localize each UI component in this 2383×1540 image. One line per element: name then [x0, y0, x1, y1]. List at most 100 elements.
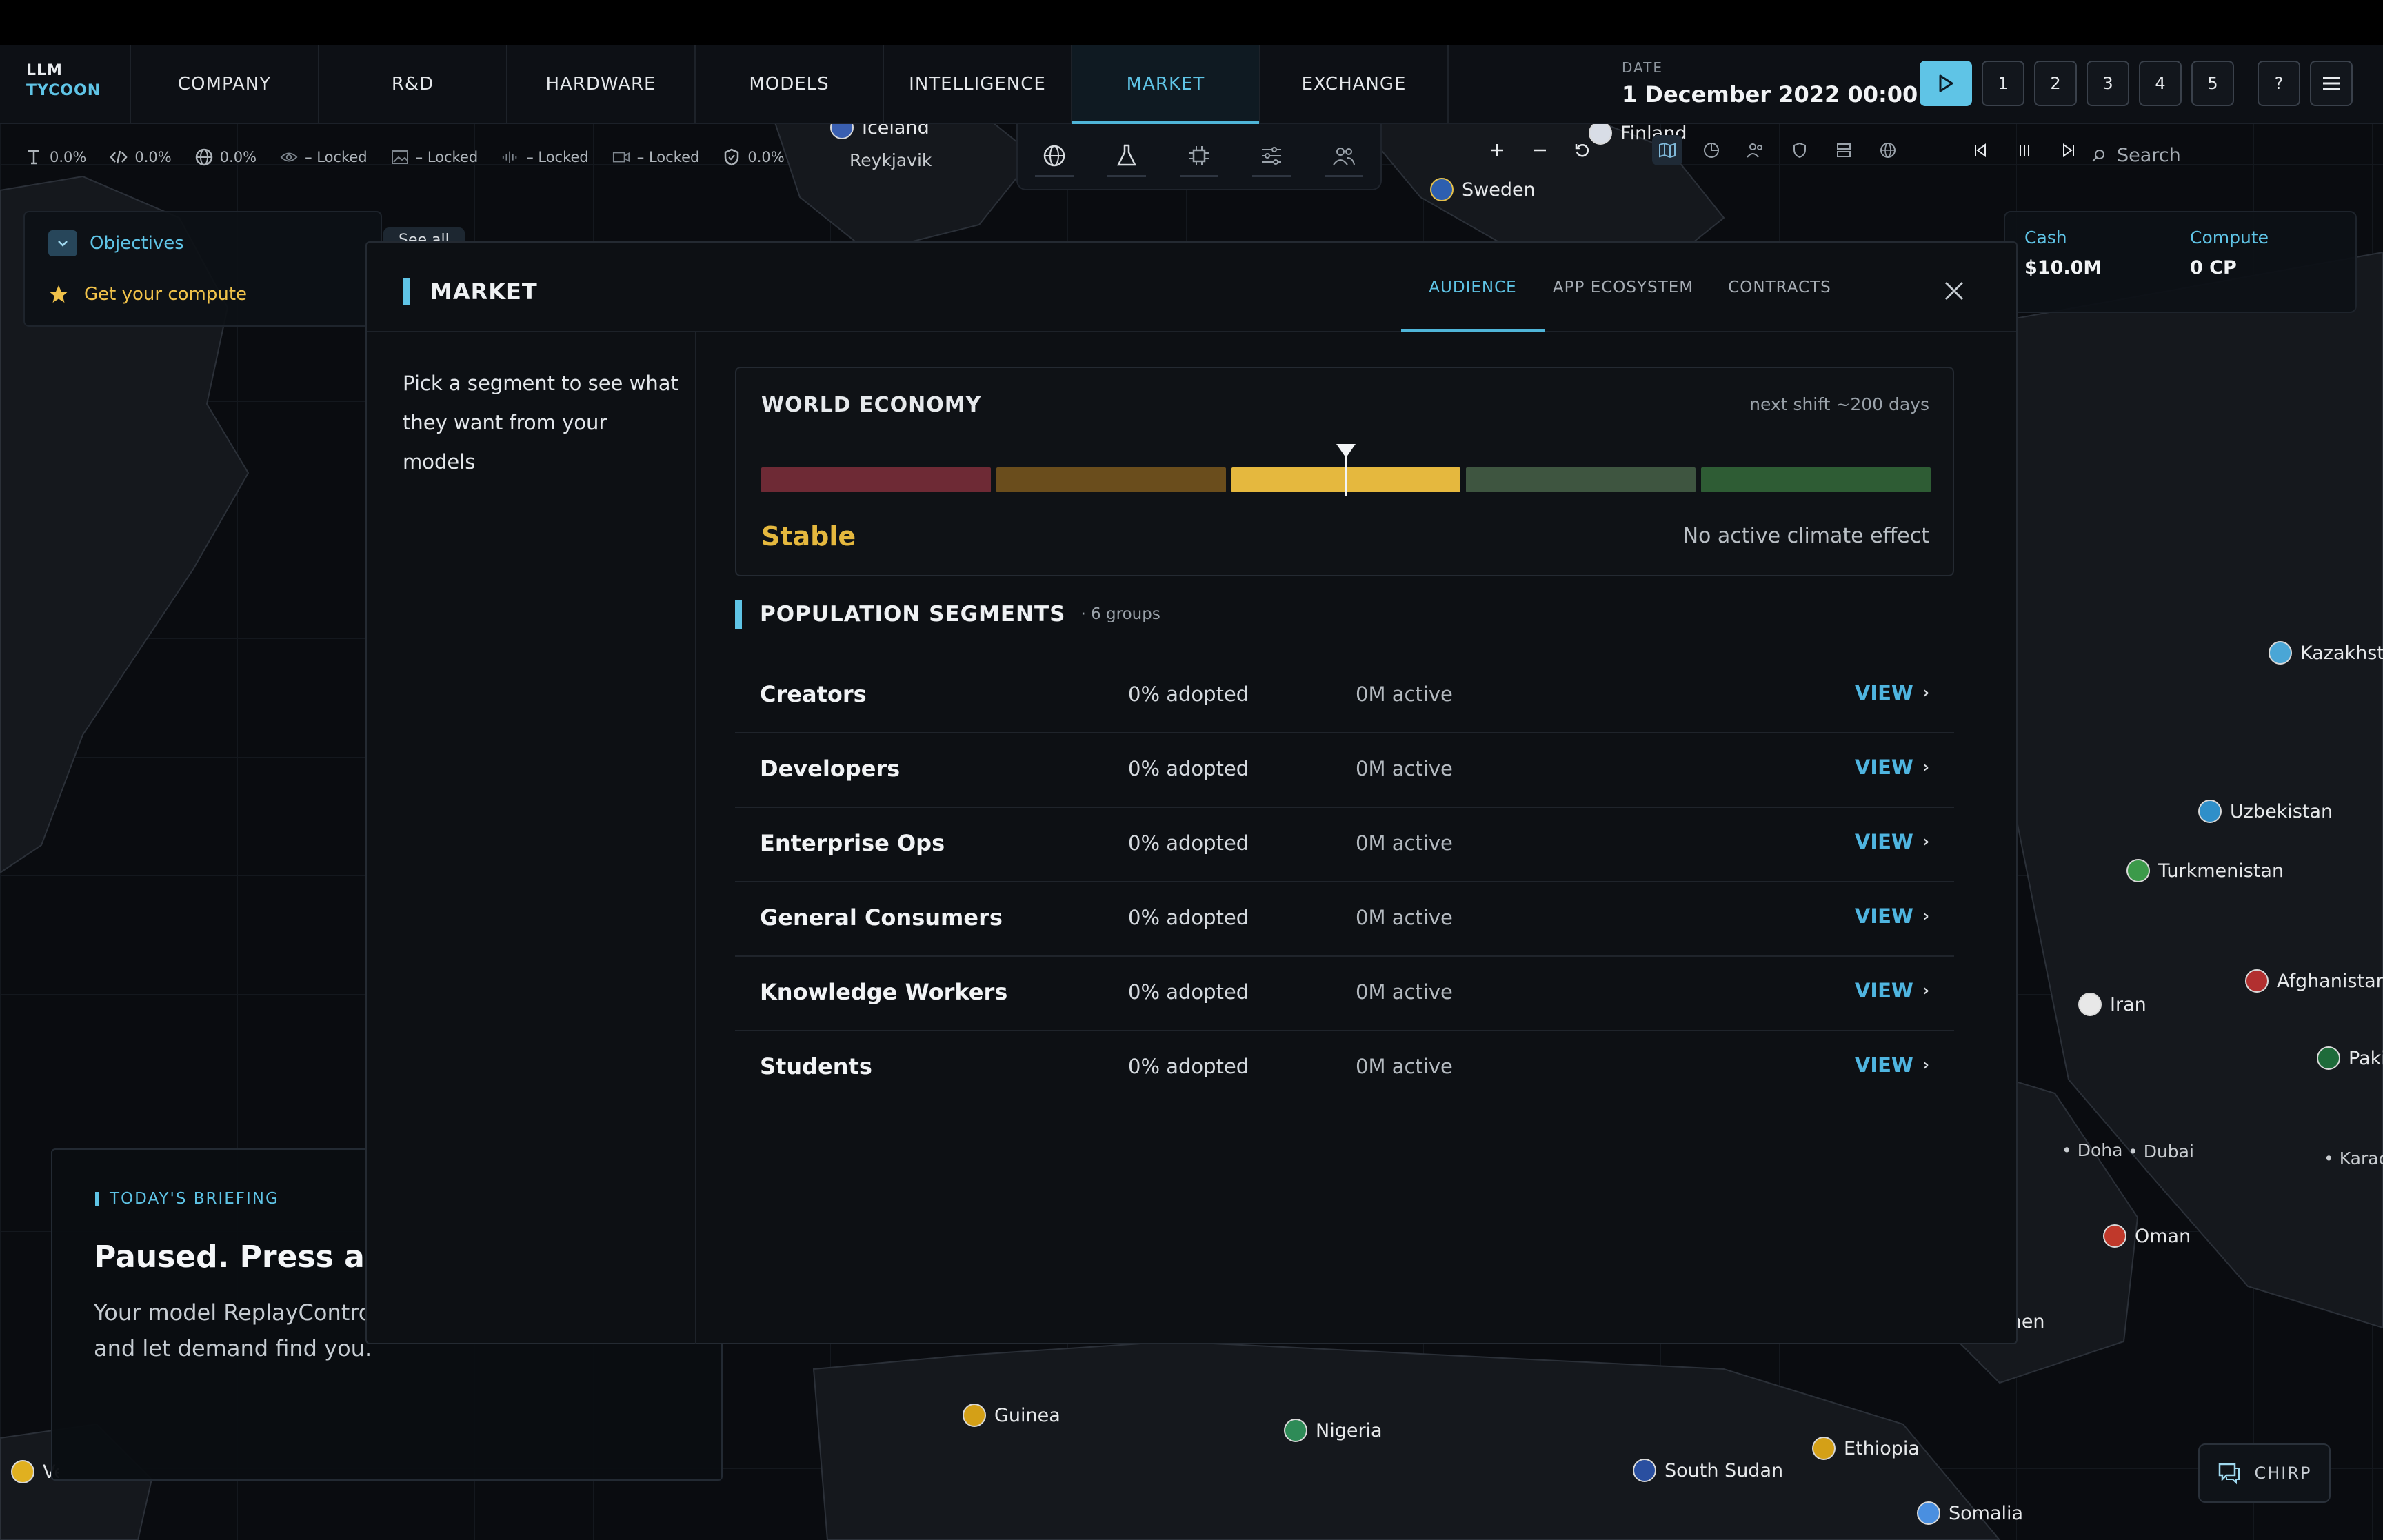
economy-gauge-segment-1: [761, 467, 991, 492]
map-city-doha[interactable]: • Doha: [2062, 1140, 2122, 1160]
stat-vision-value: – Locked: [305, 149, 368, 165]
chevron-down-icon[interactable]: [48, 230, 77, 256]
map-country-uzbekistan[interactable]: Uzbekistan: [2198, 800, 2333, 823]
view-segment-button[interactable]: VIEW ›: [1855, 979, 1929, 1002]
tab-app-ecosystem[interactable]: APP ECOSYSTEM: [1545, 243, 1702, 332]
nav-tab-company[interactable]: COMPANY: [131, 45, 319, 123]
map-country-oman[interactable]: Oman: [2103, 1224, 2191, 1248]
layer-regulation-button[interactable]: [1784, 135, 1815, 165]
speed-1-button[interactable]: 1: [1982, 61, 2024, 106]
zoom-in-button[interactable]: [1482, 136, 1511, 165]
map-country-nigeria[interactable]: Nigeria: [1284, 1419, 1382, 1442]
view-segment-button[interactable]: VIEW ›: [1855, 681, 1929, 705]
briefing-label: TODAY'S BRIEFING: [95, 1190, 279, 1208]
market-header: MARKET AUDIENCE APP ECOSYSTEM CONTRACTS: [367, 243, 2016, 332]
nav-tab-hardware[interactable]: HARDWARE: [507, 45, 696, 123]
search-icon: [2092, 149, 2104, 162]
stat-audio[interactable]: – Locked: [501, 148, 589, 166]
search-input[interactable]: Search: [2117, 145, 2181, 166]
objectives-header[interactable]: Objectives: [48, 230, 184, 256]
skip-forward-button[interactable]: [2053, 135, 2084, 165]
chip-icon: [1189, 145, 1209, 165]
nav-tab-market[interactable]: MARKET: [1072, 45, 1260, 124]
speed-3-button[interactable]: 3: [2087, 61, 2129, 106]
tab-audience[interactable]: AUDIENCE: [1401, 243, 1545, 332]
map-research-button[interactable]: [1107, 136, 1146, 177]
layer-globe-button[interactable]: [1873, 135, 1903, 165]
oman-flag-icon: [2103, 1224, 2126, 1248]
tab-contracts[interactable]: CONTRACTS: [1702, 243, 1858, 332]
segment-row-enterprise-ops[interactable]: Enterprise Ops 0% adopted 0M active VIEW…: [735, 808, 1954, 882]
play-button[interactable]: [1920, 61, 1972, 106]
nav-tab-rnd[interactable]: R&D: [319, 45, 507, 123]
map-settings-button[interactable]: [1252, 136, 1291, 177]
segment-adopted: 0% adopted: [1128, 906, 1249, 929]
map-country-iran[interactable]: Iran: [2078, 993, 2146, 1016]
map-country-turkmenistan[interactable]: Turkmenistan: [2126, 859, 2284, 882]
map-globe-button[interactable]: [1034, 136, 1074, 177]
layer-map-button[interactable]: [1652, 135, 1682, 165]
objective-item[interactable]: Get your compute: [48, 284, 247, 305]
segment-row-students[interactable]: Students 0% adopted 0M active VIEW ›: [735, 1031, 1954, 1106]
zoom-out-button[interactable]: [1525, 136, 1554, 165]
view-segment-button[interactable]: VIEW ›: [1855, 904, 1929, 928]
objectives-panel: Objectives Get your compute: [23, 211, 382, 327]
map-city-karachi[interactable]: • Karachi: [2324, 1148, 2383, 1168]
segment-row-general-consumers[interactable]: General Consumers 0% adopted 0M active V…: [735, 882, 1954, 957]
view-label: VIEW: [1854, 979, 1913, 1002]
segment-row-developers[interactable]: Developers 0% adopted 0M active VIEW ›: [735, 733, 1954, 808]
nav-tab-exchange[interactable]: EXCHANGE: [1260, 45, 1449, 123]
speed-2-button[interactable]: 2: [2034, 61, 2077, 106]
chirp-button[interactable]: CHIRP: [2198, 1443, 2331, 1503]
speed-4-button[interactable]: 4: [2139, 61, 2182, 106]
segment-row-knowledge-workers[interactable]: Knowledge Workers 0% adopted 0M active V…: [735, 957, 1954, 1031]
segment-row-creators[interactable]: Creators 0% adopted 0M active VIEW ›: [735, 659, 1954, 733]
help-button[interactable]: ?: [2258, 61, 2300, 106]
stat-text[interactable]: 0.0%: [25, 148, 86, 166]
nav-tab-intelligence[interactable]: INTELLIGENCE: [884, 45, 1072, 123]
menu-button[interactable]: [2310, 61, 2353, 106]
map-country-kazakhstan[interactable]: Kazakhstan: [2269, 641, 2383, 665]
map-country-pakistan[interactable]: Pakistan: [2317, 1046, 2383, 1070]
stat-video[interactable]: – Locked: [612, 148, 699, 166]
map-country-guinea[interactable]: Guinea: [963, 1404, 1060, 1427]
map-city-dubai[interactable]: • Dubai: [2128, 1142, 2194, 1162]
pause-button[interactable]: [2009, 135, 2040, 165]
map-country-somalia[interactable]: Somalia: [1917, 1501, 2023, 1525]
kazakhstan-flag-icon: [2269, 641, 2292, 665]
chevron-right-icon: ›: [1922, 1056, 1929, 1074]
stat-globe[interactable]: 0.0%: [195, 148, 257, 166]
reset-view-button[interactable]: [1568, 136, 1597, 165]
map-country-south-sudan[interactable]: South Sudan: [1633, 1459, 1783, 1482]
nav-tab-models[interactable]: MODELS: [696, 45, 884, 123]
view-label: VIEW: [1854, 1053, 1913, 1077]
app-logo[interactable]: LLM TYCOON: [0, 45, 131, 123]
view-segment-button[interactable]: VIEW ›: [1855, 830, 1929, 853]
map-users-button[interactable]: [1325, 136, 1364, 177]
stat-audio-value: – Locked: [526, 149, 589, 165]
globe-icon: [1043, 145, 1065, 166]
stat-safety[interactable]: 0.0%: [723, 148, 785, 166]
world-economy-card: WORLD ECONOMY next shift ~200 days Stabl…: [735, 367, 1954, 576]
close-icon[interactable]: [1940, 277, 1968, 305]
skip-back-button[interactable]: [1965, 135, 1995, 165]
section-accent-bar: [735, 600, 742, 629]
layer-population-button[interactable]: [1740, 135, 1771, 165]
map-country-afghanistan[interactable]: Afghanistan: [2245, 969, 2383, 993]
map-country-ethiopia[interactable]: Ethiopia: [1812, 1437, 1920, 1460]
economy-gauge-segment-5: [1701, 467, 1931, 492]
flask-icon: [1116, 144, 1136, 165]
stat-code[interactable]: 0.0%: [110, 148, 172, 166]
stat-image[interactable]: – Locked: [391, 148, 478, 166]
layer-share-button[interactable]: [1696, 135, 1727, 165]
speed-5-button[interactable]: 5: [2191, 61, 2234, 106]
view-segment-button[interactable]: VIEW ›: [1855, 1053, 1929, 1077]
segment-adopted: 0% adopted: [1128, 831, 1249, 855]
view-label: VIEW: [1854, 830, 1913, 853]
view-segment-button[interactable]: VIEW ›: [1855, 756, 1929, 779]
map-search[interactable]: Search: [2091, 145, 2181, 166]
stat-vision[interactable]: – Locked: [280, 148, 368, 166]
layer-datacenter-button[interactable]: [1829, 135, 1859, 165]
map-hardware-button[interactable]: [1179, 136, 1218, 177]
chat-icon: [2219, 1463, 2240, 1485]
